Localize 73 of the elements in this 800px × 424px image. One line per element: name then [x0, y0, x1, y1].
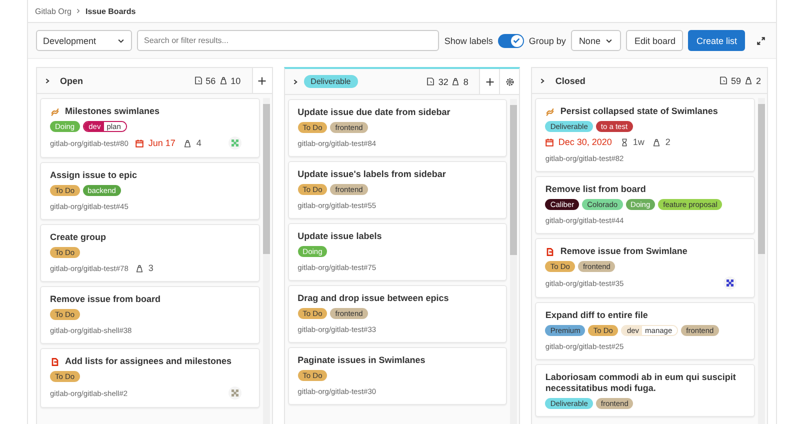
- search-field[interactable]: Search or filter results...: [137, 30, 440, 51]
- issue-title[interactable]: Laboriosam commodi ab in eum qui suscipit necessitatibus modi fuga.: [545, 372, 746, 394]
- show-labels-label: Show labels: [444, 36, 493, 46]
- weight-icon: [744, 76, 753, 85]
- calendar-icon: [545, 138, 554, 146]
- board-dropdown[interactable]: Development: [36, 30, 132, 51]
- chevron-right-icon[interactable]: [538, 76, 546, 84]
- weight-count: 2: [756, 76, 762, 86]
- avatar-icon[interactable]: [723, 276, 738, 290]
- add-issue-button[interactable]: [479, 69, 500, 94]
- weight-count: 8: [463, 76, 468, 86]
- issue-title[interactable]: Milestones swimlanes: [65, 106, 160, 117]
- blocked-icon: [50, 357, 60, 367]
- create-list-button[interactable]: Create list: [688, 30, 745, 51]
- chevron-down-icon: [117, 36, 125, 44]
- chevron-down-icon: [605, 36, 614, 44]
- plus-icon: [257, 76, 268, 86]
- issue-title[interactable]: Add lists for assignees and milestones: [65, 356, 232, 367]
- scrollbar[interactable]: [262, 98, 270, 424]
- issue-title[interactable]: Assign issue to epic: [50, 170, 138, 181]
- group-by-label: Group by: [528, 36, 566, 46]
- issue-title[interactable]: Remove list from board: [545, 184, 646, 195]
- issues-icon: [718, 76, 728, 85]
- check-icon: [512, 36, 522, 45]
- scrollbar[interactable]: [510, 99, 518, 424]
- issue-title[interactable]: Drag and drop issue between epics: [298, 293, 449, 304]
- issue-count: 59: [730, 76, 741, 86]
- weight-icon: [135, 264, 144, 272]
- stripes-icon: [50, 107, 60, 117]
- issue-title[interactable]: Update issue labels: [298, 231, 382, 242]
- add-issue-button[interactable]: [252, 68, 272, 93]
- issue-count: 32: [438, 76, 448, 86]
- weight-icon: [218, 76, 228, 85]
- weight-icon: [451, 77, 460, 86]
- issue-title[interactable]: Update issue due date from sidebar: [298, 107, 450, 118]
- issue-count: 56: [206, 76, 216, 86]
- calendar-icon: [135, 138, 144, 148]
- weight-icon: [183, 138, 192, 148]
- show-labels-toggle[interactable]: [498, 34, 524, 48]
- weight-icon: [652, 138, 662, 146]
- list-label: Deliverable: [304, 75, 358, 88]
- issue-title[interactable]: Update issue's labels from sidebar: [298, 169, 446, 180]
- blocked-icon: [545, 247, 556, 257]
- plus-icon: [484, 76, 495, 86]
- issue-title[interactable]: Create group: [50, 232, 106, 243]
- settings-button[interactable]: [499, 69, 520, 94]
- fullscreen-icon[interactable]: [756, 36, 766, 46]
- issue-weight: 2: [665, 137, 670, 147]
- breadcrumb-link[interactable]: Gitlab Org: [35, 6, 72, 16]
- chevron-right-icon: [75, 8, 82, 14]
- stripes-icon: [545, 107, 556, 117]
- issue-weight: 4: [196, 138, 202, 148]
- list-title: Closed: [555, 76, 586, 86]
- due-date: Jun 17: [148, 138, 176, 148]
- settings-icon: [504, 76, 515, 86]
- issues-icon: [194, 76, 203, 85]
- issue-title[interactable]: Remove issue from Swimlane: [560, 246, 688, 257]
- issue-title[interactable]: Paginate issues in Swimlanes: [298, 355, 426, 366]
- time-estimate: 1w: [632, 137, 644, 147]
- issues-icon: [426, 77, 436, 86]
- breadcrumb-link[interactable]: Issue Boards: [85, 6, 136, 16]
- group-by-dropdown[interactable]: None: [570, 30, 622, 51]
- due-date: Dec 30, 2020: [558, 137, 612, 147]
- weight-count: 10: [230, 76, 241, 86]
- chevron-right-icon[interactable]: [43, 76, 51, 84]
- scrollbar[interactable]: [758, 98, 766, 424]
- hourglass-icon: [620, 138, 629, 146]
- edit-board-button[interactable]: Edit board: [626, 30, 684, 51]
- issue-title[interactable]: Remove issue from board: [50, 294, 161, 305]
- issue-title[interactable]: Persist collapsed state of Swimlanes: [560, 106, 718, 117]
- issue-title[interactable]: Expand diff to entire file: [545, 310, 648, 321]
- list-title: Open: [60, 76, 84, 86]
- issue-weight: 3: [148, 263, 154, 273]
